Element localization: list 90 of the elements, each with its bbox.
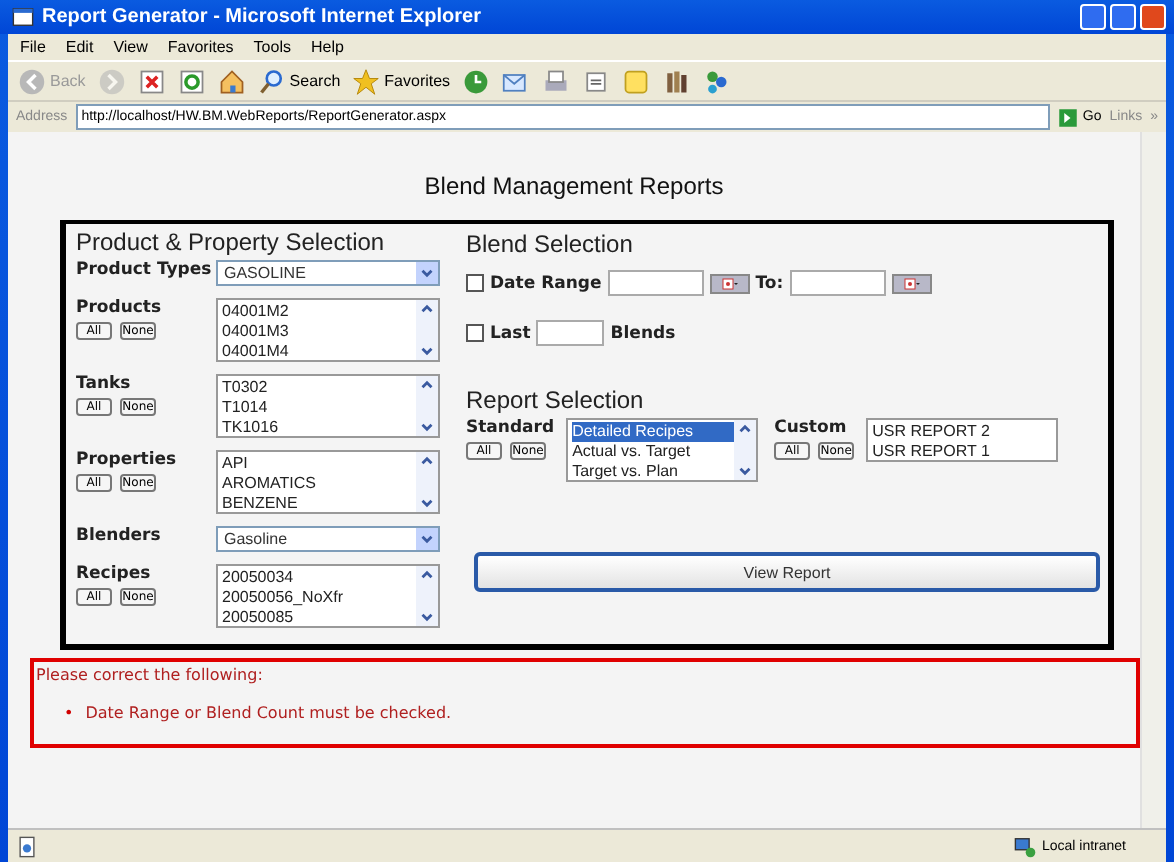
- list-box[interactable]: API AROMATICS BENZENE: [216, 450, 440, 514]
- menu-item[interactable]: View: [113, 38, 148, 56]
- refresh-icon[interactable]: [177, 67, 206, 95]
- field-label: Tanks: [76, 374, 133, 394]
- browser-page-icon: [12, 6, 34, 28]
- books-icon[interactable]: [662, 67, 691, 95]
- error-heading: Please correct the following:: [36, 666, 265, 684]
- scroll-down-icon[interactable]: [418, 418, 436, 436]
- scroll-down-icon[interactable]: [418, 342, 436, 360]
- window-title: Report Generator - Microsoft Internet Explorer: [42, 6, 483, 28]
- list-item[interactable]: Target vs. Plan: [572, 462, 735, 482]
- field-label: Standard: [466, 418, 555, 438]
- field-label: Recipes: [76, 564, 153, 584]
- page-icon: [16, 835, 38, 857]
- menu-item[interactable]: File: [20, 38, 46, 56]
- checkbox[interactable]: [466, 324, 484, 342]
- list-box[interactable]: 20050034 20050056_NoXfr 20050085: [216, 564, 440, 628]
- intranet-icon: [1013, 835, 1036, 857]
- favorites-button[interactable]: Favorites: [352, 67, 451, 95]
- history-icon[interactable]: [462, 67, 491, 95]
- star-icon: [352, 67, 381, 95]
- list-item[interactable]: BENZENE: [222, 494, 416, 514]
- section-title: Product & Property Selection: [76, 228, 387, 256]
- list-item[interactable]: 20050085: [222, 608, 416, 628]
- scroll-up-icon[interactable]: [736, 420, 755, 438]
- calendar-button[interactable]: [891, 273, 932, 293]
- list-item[interactable]: 20050056_NoXfr: [222, 588, 416, 608]
- scroll-down-icon[interactable]: [418, 494, 436, 512]
- field-label: Properties: [76, 450, 179, 470]
- dropdown[interactable]: GASOLINE: [216, 260, 440, 286]
- list-box[interactable]: 04001M2 04001M3 04001M4: [216, 298, 440, 362]
- list-item[interactable]: AROMATICS: [222, 474, 416, 494]
- count-input[interactable]: [536, 320, 605, 346]
- page-heading: Blend Management Reports: [422, 172, 726, 200]
- scroll-up-icon[interactable]: [418, 376, 436, 394]
- chevron-down-icon: [418, 530, 436, 548]
- field-label: Products: [76, 298, 164, 318]
- checkbox[interactable]: [466, 274, 484, 292]
- list-item[interactable]: T1014: [222, 398, 416, 418]
- field-label: Custom: [774, 418, 849, 438]
- chevron-down-icon: [418, 264, 436, 282]
- field-label: Date Range: [490, 273, 602, 293]
- field-label: Blends: [610, 323, 676, 343]
- list-item[interactable]: T0302: [222, 378, 416, 398]
- document-icon[interactable]: [582, 67, 611, 95]
- field-label: To:: [755, 273, 784, 293]
- list-item[interactable]: 20050034: [222, 568, 416, 588]
- scroll-up-icon[interactable]: [418, 300, 436, 318]
- minimize-button[interactable]: [1080, 4, 1106, 30]
- menu-item[interactable]: Tools: [253, 38, 291, 56]
- people-icon[interactable]: [702, 67, 731, 95]
- list-item[interactable]: Actual vs. Target: [572, 442, 735, 462]
- list-item[interactable]: USR REPORT 1: [872, 442, 1057, 462]
- printer-icon[interactable]: [542, 67, 571, 95]
- bullet: •: [64, 704, 74, 722]
- vertical-scrollbar[interactable]: [1140, 132, 1166, 828]
- error-message: Date Range or Blend Count must be checked.: [85, 704, 452, 722]
- field-label: Product Types: [76, 260, 214, 280]
- stop-icon[interactable]: [137, 67, 166, 95]
- list-item[interactable]: Detailed Recipes: [572, 422, 735, 442]
- list-box[interactable]: T0302 T1014 TK1016: [216, 374, 440, 438]
- list-box[interactable]: Detailed Recipes Actual vs. Target Target vs. Plan: [566, 418, 759, 482]
- dropdown[interactable]: Gasoline: [216, 526, 440, 552]
- list-item[interactable]: 04001M4: [222, 342, 416, 362]
- section-title: Blend Selection: [466, 230, 635, 258]
- list-box[interactable]: USR REPORT 2 USR REPORT 1: [866, 418, 1059, 462]
- menu-item[interactable]: Edit: [65, 38, 94, 56]
- scroll-up-icon[interactable]: [418, 452, 436, 470]
- maximize-button[interactable]: [1110, 4, 1136, 30]
- calendar-button[interactable]: [709, 273, 750, 293]
- home-icon[interactable]: [217, 67, 246, 95]
- close-button[interactable]: [1140, 4, 1166, 30]
- list-item[interactable]: 04001M3: [222, 322, 416, 342]
- section-title: Report Selection: [466, 386, 646, 414]
- search-icon: [257, 67, 286, 95]
- date-input[interactable]: [789, 270, 886, 296]
- menu-item[interactable]: Favorites: [167, 38, 234, 56]
- search-button[interactable]: Search: [257, 67, 341, 95]
- menu-item[interactable]: Help: [310, 38, 344, 56]
- field-label: Blenders: [76, 526, 163, 546]
- list-item[interactable]: TK1016: [222, 418, 416, 438]
- field-label: Last: [490, 323, 531, 343]
- scroll-up-icon[interactable]: [418, 566, 436, 584]
- list-item[interactable]: USR REPORT 2: [872, 422, 1057, 442]
- list-item[interactable]: API: [222, 454, 416, 474]
- view-report-button[interactable]: View Report: [474, 552, 1100, 592]
- scroll-down-icon[interactable]: [418, 608, 436, 626]
- list-item[interactable]: 04001M2: [222, 302, 416, 322]
- date-input[interactable]: [607, 270, 704, 296]
- scroll-down-icon[interactable]: [736, 462, 755, 480]
